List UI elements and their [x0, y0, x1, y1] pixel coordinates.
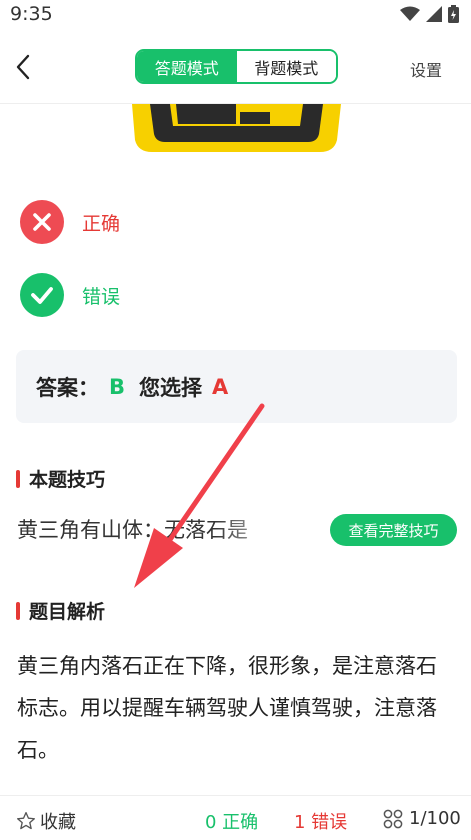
question-sign-image	[132, 104, 341, 152]
chevron-left-icon	[16, 54, 30, 80]
analysis-title-text: 题目解析	[29, 601, 106, 623]
star-icon	[17, 812, 35, 830]
mode-toggle: 答题模式 背题模式	[135, 49, 338, 84]
choice-value: A	[212, 374, 229, 399]
favorite-label: 收藏	[40, 812, 76, 833]
status-icons	[400, 5, 459, 23]
wrong-count: 1 错误	[294, 812, 348, 833]
signal-icon	[426, 6, 442, 22]
progress-button[interactable]: 1/100	[383, 808, 461, 829]
view-full-tips-button[interactable]: 查看完整技巧	[330, 514, 457, 546]
tab-review-mode[interactable]: 背题模式	[236, 51, 336, 82]
answer-box: 答案： B 您选择 A	[16, 350, 457, 423]
analysis-title: 题目解析	[16, 597, 105, 624]
check-mark-icon	[20, 273, 64, 317]
analysis-text: 黄三角内落石正在下降，很形象，是注意落石标志。用以提醒车辆驾驶人谨慎驾驶，注意落…	[17, 654, 437, 762]
grid-icon	[383, 809, 403, 828]
settings-button[interactable]: 设置	[410, 57, 442, 81]
wrong-mark-icon	[20, 200, 64, 244]
option-wrong-label: 错误	[82, 285, 121, 308]
favorite-button[interactable]: 收藏	[16, 808, 76, 834]
bottom-bar: 收藏 0 正确 1 错误 1/100	[0, 795, 471, 840]
back-button[interactable]	[8, 50, 38, 84]
section-marker	[16, 469, 20, 488]
battery-icon	[448, 5, 459, 23]
section-marker	[16, 601, 20, 620]
option-correct[interactable]: 正确	[20, 199, 120, 245]
tab-answer-mode[interactable]: 答题模式	[137, 51, 237, 82]
tips-fade	[215, 510, 295, 550]
wifi-icon	[400, 6, 420, 21]
tips-title-text: 本题技巧	[29, 469, 106, 491]
tips-title: 本题技巧	[16, 465, 105, 492]
answer-label: 答案：	[36, 375, 99, 400]
choice-label: 您选择	[139, 375, 203, 400]
status-time: 9:35	[10, 3, 53, 25]
option-wrong[interactable]: 错误	[20, 272, 120, 318]
status-bar: 9:35	[0, 0, 471, 30]
correct-count: 0 正确	[205, 812, 259, 833]
progress-label: 1/100	[409, 808, 461, 829]
option-correct-label: 正确	[82, 212, 121, 235]
answer-value: B	[109, 374, 126, 399]
top-nav: 答题模式 背题模式 设置	[0, 30, 471, 104]
